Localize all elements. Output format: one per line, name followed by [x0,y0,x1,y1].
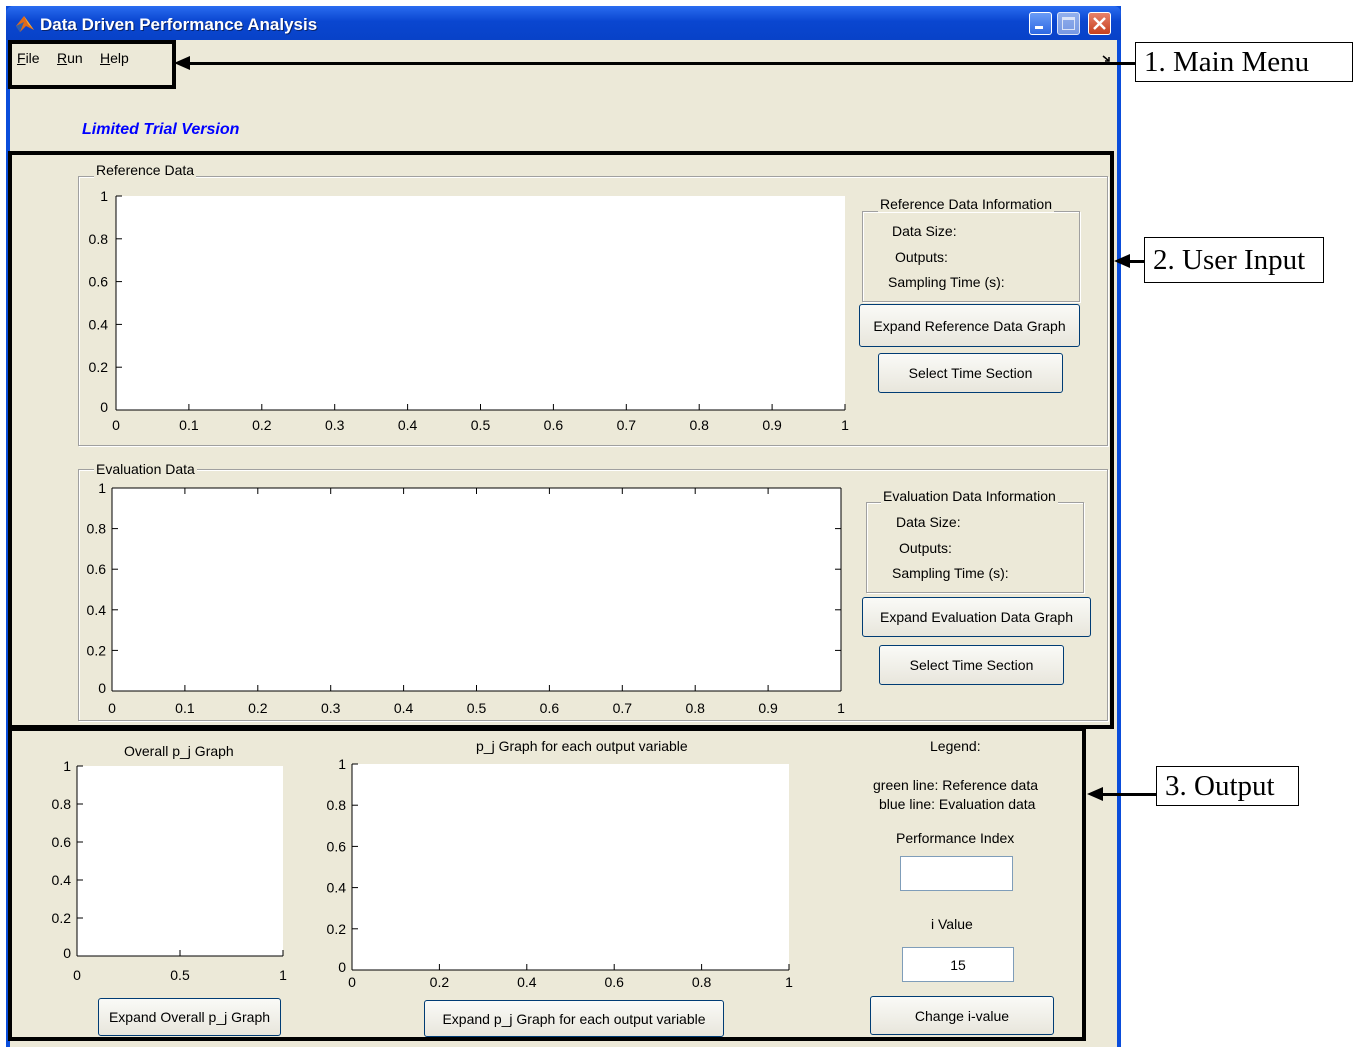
main-menu-callout: 1. Main Menu [1135,42,1353,82]
matlab-logo-icon [16,16,34,32]
each-pj-axes: 0 0.2 0.4 0.6 0.8 100.20.40.60.81 [327,756,794,990]
close-icon [1093,17,1106,30]
minimize-icon [1035,26,1043,29]
dock-arrow-icon[interactable] [1102,55,1111,62]
main-menu-arrow-head-icon [174,56,190,70]
minimize-button[interactable] [1029,12,1052,35]
output-arrow-head-icon [1087,787,1103,801]
user-input-highlight-box [8,151,1114,729]
close-button[interactable] [1088,12,1111,35]
main-menu-arrow-line [186,62,1136,65]
maximize-button[interactable] [1057,12,1080,35]
user-input-callout: 2. User Input [1144,237,1324,283]
trial-version-label: Limited Trial Version [82,121,240,138]
output-callout: 3. Output [1156,766,1299,806]
window-title: Data Driven Performance Analysis [40,15,318,34]
output-arrow-line [1100,793,1158,796]
maximize-icon [1062,17,1075,30]
output-highlight-box [8,727,1086,1041]
main-menu-highlight-box [8,40,176,89]
user-input-arrow-head-icon [1114,254,1130,268]
